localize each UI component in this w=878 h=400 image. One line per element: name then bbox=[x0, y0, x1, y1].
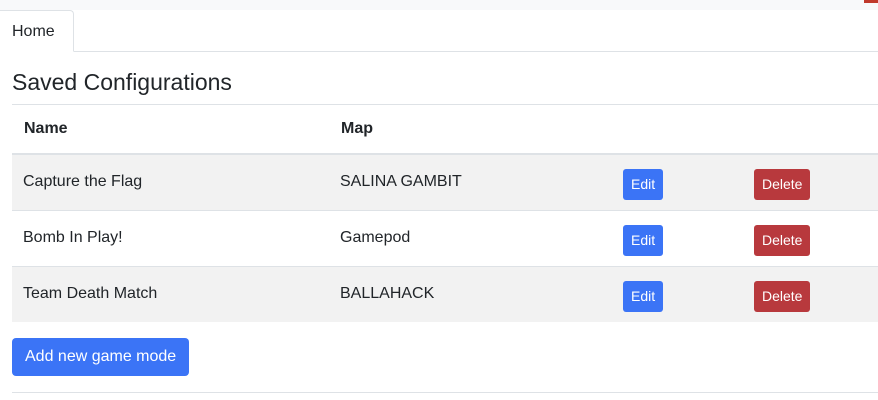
cell-edit: Edit bbox=[612, 210, 743, 267]
page-title: Saved Configurations bbox=[12, 52, 878, 105]
edit-button[interactable]: Edit bbox=[623, 168, 664, 200]
column-header-edit bbox=[612, 105, 743, 155]
cell-delete: Delete bbox=[743, 266, 878, 322]
add-game-mode-button[interactable]: Add new game mode bbox=[12, 338, 190, 376]
cell-map: Gamepod bbox=[329, 210, 612, 267]
cell-delete: Delete bbox=[743, 210, 878, 267]
top-strip bbox=[0, 0, 878, 10]
cell-edit: Edit bbox=[612, 154, 743, 211]
add-section: Add new game mode bbox=[12, 338, 878, 393]
cell-delete: Delete bbox=[743, 154, 878, 211]
column-header-delete bbox=[743, 105, 878, 155]
table-row: Team Death Match BALLAHACK Edit Delete bbox=[12, 266, 878, 322]
delete-button[interactable]: Delete bbox=[754, 168, 811, 200]
edit-button[interactable]: Edit bbox=[623, 224, 664, 256]
edit-button[interactable]: Edit bbox=[623, 280, 664, 312]
cell-name: Bomb In Play! bbox=[12, 210, 329, 267]
configurations-table: Name Map Capture the Flag SALINA GAMBIT … bbox=[12, 105, 878, 322]
cell-name: Team Death Match bbox=[12, 266, 329, 322]
cell-name: Capture the Flag bbox=[12, 154, 329, 211]
delete-button[interactable]: Delete bbox=[754, 280, 811, 312]
table-row: Capture the Flag SALINA GAMBIT Edit Dele… bbox=[12, 154, 878, 211]
cell-map: SALINA GAMBIT bbox=[329, 154, 612, 211]
tab-bar: Home bbox=[0, 10, 878, 52]
cell-map: BALLAHACK bbox=[329, 266, 612, 322]
column-header-name: Name bbox=[12, 105, 329, 155]
table-header-row: Name Map bbox=[12, 105, 878, 155]
table-row: Bomb In Play! Gamepod Edit Delete bbox=[12, 210, 878, 267]
column-header-map: Map bbox=[329, 105, 612, 155]
cell-edit: Edit bbox=[612, 266, 743, 322]
delete-button[interactable]: Delete bbox=[754, 224, 811, 256]
tab-home[interactable]: Home bbox=[0, 10, 74, 52]
corner-indicator bbox=[864, 0, 878, 3]
main-content: Saved Configurations Name Map Capture th… bbox=[12, 52, 878, 393]
